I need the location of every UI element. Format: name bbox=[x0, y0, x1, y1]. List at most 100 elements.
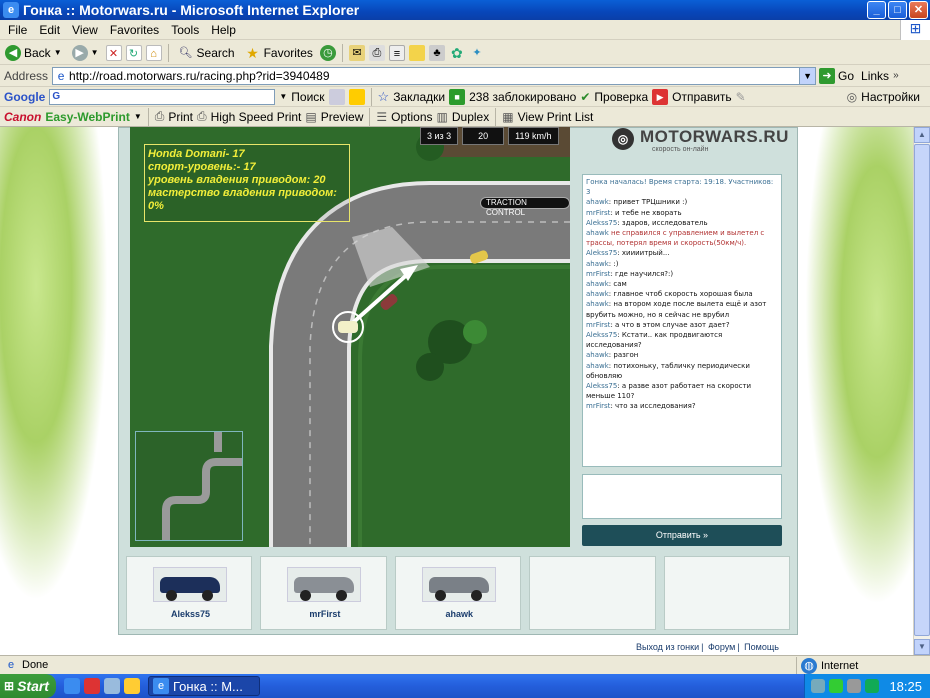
bookmarks-button[interactable]: Закладки bbox=[393, 90, 445, 104]
messenger-quicklaunch-icon[interactable] bbox=[124, 678, 140, 694]
player-card[interactable]: Alekss75 bbox=[126, 556, 254, 630]
help-link[interactable]: Помощь bbox=[742, 642, 781, 652]
chat-text: не справился с управлением и вылетел с т… bbox=[586, 229, 765, 248]
chat-message: ahawk: :) bbox=[586, 259, 619, 268]
player-card[interactable]: ahawk bbox=[394, 556, 523, 630]
taskbar-ie-window[interactable]: e Гонка :: М... bbox=[148, 676, 260, 696]
settings-button[interactable]: Настройки bbox=[861, 90, 930, 104]
links-label[interactable]: Links bbox=[857, 69, 893, 83]
chat-nick[interactable]: Alekss75 bbox=[586, 382, 617, 390]
chevron-down-icon[interactable]: ▼ bbox=[134, 112, 142, 121]
traction-control-button[interactable]: TRACTION CONTROL bbox=[480, 197, 570, 217]
send-to-button[interactable]: Отправить bbox=[672, 90, 732, 104]
start-button[interactable]: ⊞ Start bbox=[0, 674, 56, 698]
race-track[interactable]: 3 из 3 20 119 km/h Honda Domani- 17 спор… bbox=[130, 127, 570, 547]
chat-nick[interactable]: ahawk bbox=[586, 229, 609, 237]
favorites-button[interactable]: ★ Favorites bbox=[242, 42, 316, 64]
chevron-down-icon[interactable]: ▼ bbox=[279, 92, 287, 101]
chat-nick[interactable]: mrFirst bbox=[586, 402, 610, 410]
chat-message: ahawk: привет ТРЦшники :) bbox=[586, 198, 688, 207]
maximize-button[interactable]: □ bbox=[888, 1, 907, 19]
go-button[interactable]: ➜ Go bbox=[816, 65, 857, 87]
chat-nick[interactable]: Alekss75 bbox=[586, 331, 617, 339]
home-icon[interactable]: ⌂ bbox=[145, 44, 162, 61]
google-search-button[interactable]: Поиск bbox=[291, 90, 324, 104]
menu-favorites[interactable]: Favorites bbox=[104, 23, 165, 37]
chat-nick[interactable]: Alekss75 bbox=[586, 219, 617, 227]
research-icon[interactable]: ✿ bbox=[449, 45, 465, 61]
menu-edit[interactable]: Edit bbox=[33, 23, 66, 37]
popup-icon[interactable] bbox=[348, 88, 365, 105]
menu-view[interactable]: View bbox=[66, 23, 104, 37]
msn-icon[interactable]: ✦ bbox=[469, 45, 485, 61]
minimap bbox=[135, 431, 243, 541]
blocked-count[interactable]: 238 заблокировано bbox=[469, 90, 576, 104]
preview-button[interactable]: Preview bbox=[321, 110, 364, 124]
forward-arrow-icon: ▶ bbox=[71, 44, 88, 61]
check-button[interactable]: Проверка bbox=[594, 90, 648, 104]
icq-icon[interactable] bbox=[829, 679, 843, 693]
opera-icon[interactable] bbox=[84, 678, 100, 694]
duplex-button[interactable]: Duplex bbox=[452, 110, 489, 124]
chat-nick[interactable]: mrFirst bbox=[586, 209, 610, 217]
edit-icon[interactable]: ≡ bbox=[388, 44, 405, 61]
minimize-button[interactable]: _ bbox=[867, 1, 886, 19]
player-name[interactable]: mrFirst bbox=[261, 609, 388, 619]
vertical-scrollbar[interactable]: ▲ ▼ bbox=[913, 127, 930, 655]
exit-race-link[interactable]: Выход из гонки bbox=[634, 642, 701, 652]
player-name[interactable]: ahawk bbox=[396, 609, 523, 619]
back-button[interactable]: ◀ Back ▼ bbox=[2, 42, 65, 64]
options-button[interactable]: Options bbox=[391, 110, 432, 124]
google-search-input[interactable]: G bbox=[49, 88, 276, 105]
pagerank-icon[interactable] bbox=[328, 88, 345, 105]
chat-nick[interactable]: mrFirst bbox=[586, 270, 610, 278]
menu-file[interactable]: File bbox=[2, 23, 33, 37]
easy-webprint-label[interactable]: Easy-WebPrint bbox=[45, 110, 129, 124]
google-logo[interactable]: Google bbox=[0, 90, 45, 104]
send-message-button[interactable]: Отправить » bbox=[582, 525, 782, 546]
forum-link[interactable]: Форум bbox=[706, 642, 737, 652]
close-button[interactable]: ✕ bbox=[909, 1, 928, 19]
scroll-down-icon[interactable]: ▼ bbox=[914, 639, 930, 655]
ie-quicklaunch-icon[interactable] bbox=[64, 678, 80, 694]
print-button[interactable]: Print bbox=[168, 110, 193, 124]
menu-help[interactable]: Help bbox=[205, 23, 242, 37]
chat-input[interactable] bbox=[582, 474, 782, 519]
pencil-icon[interactable]: ✎ bbox=[736, 90, 746, 104]
chat-nick[interactable]: ahawk bbox=[586, 290, 609, 298]
antivirus-icon[interactable] bbox=[847, 679, 861, 693]
folder-icon[interactable] bbox=[408, 44, 425, 61]
player-card[interactable]: mrFirst bbox=[260, 556, 388, 630]
drive-mastery: мастерство владения приводом: 0% bbox=[148, 187, 337, 212]
chat-nick[interactable]: ahawk bbox=[586, 300, 609, 308]
chat-nick[interactable]: ahawk bbox=[586, 362, 609, 370]
chat-nick[interactable]: ahawk bbox=[586, 198, 609, 206]
chat-nick[interactable]: Alekss75 bbox=[586, 249, 617, 257]
tray-app-icon[interactable] bbox=[865, 679, 879, 693]
search-button[interactable]: 🔍︎ Search bbox=[175, 42, 238, 64]
network-icon[interactable] bbox=[811, 679, 825, 693]
high-speed-print-button[interactable]: High Speed Print bbox=[211, 110, 302, 124]
messenger-icon[interactable]: ♣ bbox=[428, 44, 445, 61]
scroll-up-icon[interactable]: ▲ bbox=[914, 127, 930, 143]
site-logo[interactable]: ◎ MOTORWARS.RU скорость он-лайн bbox=[612, 127, 788, 165]
forward-button[interactable]: ▶ ▼ bbox=[69, 42, 102, 64]
chat-nick[interactable]: mrFirst bbox=[586, 321, 610, 329]
chevron-right-icon[interactable]: » bbox=[893, 70, 899, 81]
explorer-icon[interactable] bbox=[104, 678, 120, 694]
address-dropdown-icon[interactable]: ▼ bbox=[799, 67, 816, 84]
chat-nick[interactable]: ahawk bbox=[586, 280, 609, 288]
player-name[interactable]: Alekss75 bbox=[127, 609, 254, 619]
view-print-list-button[interactable]: View Print List bbox=[518, 110, 594, 124]
address-input[interactable]: e http://road.motorwars.ru/racing.php?ri… bbox=[52, 66, 817, 85]
stop-icon[interactable]: ✕ bbox=[105, 44, 122, 61]
menu-tools[interactable]: Tools bbox=[165, 23, 205, 37]
history-icon[interactable]: ◷ bbox=[319, 44, 336, 61]
mail-icon[interactable]: ✉ bbox=[348, 44, 365, 61]
chat-nick[interactable]: ahawk bbox=[586, 351, 609, 359]
refresh-icon[interactable]: ↻ bbox=[125, 44, 142, 61]
quick-launch bbox=[64, 678, 140, 694]
print-icon[interactable]: ⎙ bbox=[368, 44, 385, 61]
scroll-thumb[interactable] bbox=[914, 144, 930, 636]
chat-nick[interactable]: ahawk bbox=[586, 260, 609, 268]
